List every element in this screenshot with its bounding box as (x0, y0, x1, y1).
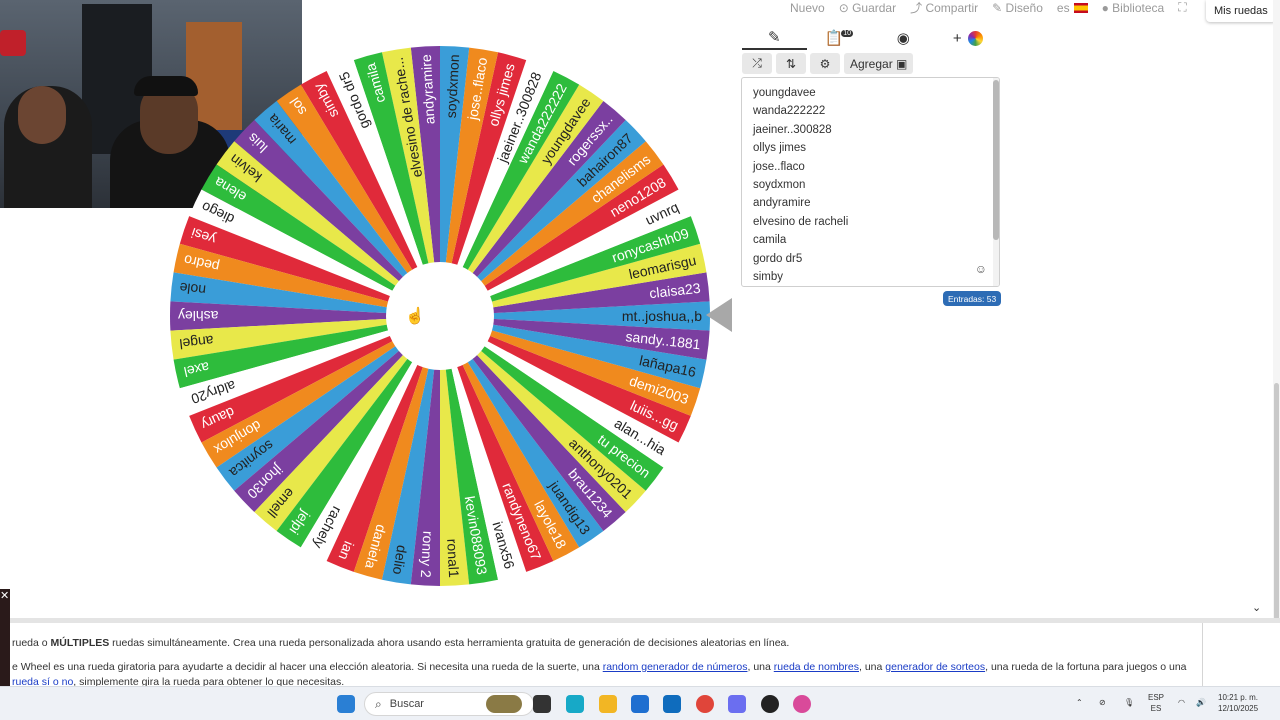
terminal-icon[interactable] (533, 695, 551, 713)
app-icon[interactable] (728, 695, 746, 713)
sort-button[interactable]: ⇅ (776, 53, 806, 74)
volume-icon[interactable]: 🔊 (1196, 697, 1206, 708)
entries-count-badge: Entradas: 53 (943, 291, 1002, 306)
tab-hide[interactable]: ◉ (871, 26, 936, 50)
outlook-icon[interactable] (663, 695, 681, 713)
widget-icon[interactable] (486, 695, 522, 713)
sort-icon: ⇅ (785, 56, 797, 71)
raffle-link[interactable]: generador de sorteos (885, 661, 985, 673)
wheel-center[interactable] (386, 262, 494, 370)
wheel-segment-label: ronal1 (444, 538, 462, 578)
gear-icon: ⚙ (819, 56, 831, 71)
store-icon[interactable] (631, 695, 649, 713)
obs-icon[interactable] (761, 695, 779, 713)
my-wheels-button[interactable]: Mis ruedas (1206, 0, 1276, 22)
name-wheel[interactable]: mt..joshua,,bclaisa23leomarisguronycashh… (160, 36, 720, 596)
settings-button[interactable]: ⚙ (810, 53, 840, 74)
design-button[interactable]: ✎ Diseño (992, 1, 1043, 15)
entry-item[interactable]: wanda222222 (742, 102, 999, 120)
pencil-icon: ✎ (767, 29, 781, 46)
new-button[interactable]: Nuevo (790, 1, 825, 15)
eye-off-icon: ◉ (896, 30, 910, 47)
wheel-segment-label: ronny 2 (418, 531, 437, 579)
add-image-button[interactable]: Agregar ▣ (844, 53, 914, 74)
taskbar: ⌕ Buscar ⌃ ⊘ 🎙 ESP ES ◠ 🔊 10:21 p. m. 12/10… (0, 686, 1280, 720)
chevron-down-icon[interactable]: ⌄ (1252, 601, 1261, 614)
description-text: rueda o MÚLTIPLES ruedas simultáneamente… (0, 623, 1203, 688)
wheel-segment-label: ashley (178, 308, 218, 324)
wifi-icon[interactable]: ◠ (1178, 697, 1185, 708)
library-button[interactable]: ● Biblioteca (1102, 1, 1165, 15)
entry-item[interactable]: soydxmon (742, 176, 999, 194)
list-actions: ⤮ ⇅ ⚙ Agregar ▣ (742, 53, 914, 74)
entry-item[interactable]: youngdavee (742, 84, 999, 102)
shuffle-icon: ⤮ (752, 56, 762, 70)
wheel-segment-label: nole (178, 280, 206, 299)
windows-start-icon[interactable] (337, 695, 355, 713)
emoji-icon[interactable]: ☺ (975, 262, 987, 276)
entry-item[interactable]: andyramire (742, 194, 999, 212)
number-generator-link[interactable]: random generador de números (603, 661, 748, 673)
image-icon: ▣ (896, 56, 908, 71)
fullscreen-icon[interactable]: ⛶ (1178, 0, 1186, 15)
entry-item[interactable]: jose..flaco (742, 158, 999, 176)
color-wheel-icon (967, 30, 983, 46)
shuffle-button[interactable]: ⤮ (742, 53, 772, 74)
share-button[interactable]: ⤴ Compartir (910, 0, 978, 16)
wheel-pointer (706, 298, 732, 332)
entry-item[interactable]: gordo dr5 (742, 250, 999, 268)
description-line-1: rueda o MÚLTIPLES ruedas simultáneamente… (12, 637, 790, 649)
clock[interactable]: 10:21 p. m. 12/10/2025 (1218, 692, 1258, 714)
entry-item[interactable]: simby (742, 268, 999, 286)
hand-cursor-icon: ☝ (405, 308, 425, 325)
name-wheel-link[interactable]: rueda de nombres (774, 661, 859, 673)
top-toolbar: Nuevo ⊙ Guardar ⤴ Compartir ✎ Diseño es … (790, 0, 1187, 15)
entry-item[interactable]: camila (742, 231, 999, 249)
description-line-2: e Wheel es una rueda giratoria para ayud… (12, 661, 1187, 673)
entry-item[interactable]: jaeiner..300828 (742, 121, 999, 139)
entries-textarea[interactable]: youngdavee wanda222222 jaeiner..300828 olly… (741, 77, 1000, 287)
logo-icon (0, 30, 26, 56)
save-button[interactable]: ⊙ Guardar (839, 1, 896, 15)
language-button[interactable]: es (1057, 1, 1088, 15)
tab-results[interactable]: 📋 10 (807, 26, 872, 50)
scrollbar[interactable] (993, 78, 999, 286)
tab-edit[interactable]: ✎ (742, 26, 807, 50)
entry-item[interactable]: ollys jimes (742, 139, 999, 157)
video-overlay: ✕ (0, 589, 10, 686)
mic-icon[interactable]: 🎙 (1124, 697, 1134, 708)
search-icon: ⌕ (375, 696, 382, 711)
tab-add-wheel[interactable]: + (936, 26, 1001, 50)
panel-tabs: ✎ 📋 10 ◉ + (742, 26, 1000, 50)
chrome-icon[interactable] (696, 695, 714, 713)
entry-item[interactable]: elvesino de racheli (742, 213, 999, 231)
network-icon[interactable]: ⊘ (1099, 697, 1106, 708)
chrome-profile-icon[interactable] (793, 695, 811, 713)
spain-flag-icon (1073, 3, 1088, 14)
page-scrollbar[interactable] (1273, 0, 1280, 620)
copilot-icon[interactable] (566, 695, 584, 713)
close-icon[interactable]: ✕ (0, 589, 9, 602)
language-indicator[interactable]: ESP ES (1148, 692, 1164, 714)
wheel-segment-label: mt..joshua,,b (622, 308, 702, 324)
tray-chevron-icon[interactable]: ⌃ (1076, 697, 1083, 708)
file-explorer-icon[interactable] (599, 695, 617, 713)
